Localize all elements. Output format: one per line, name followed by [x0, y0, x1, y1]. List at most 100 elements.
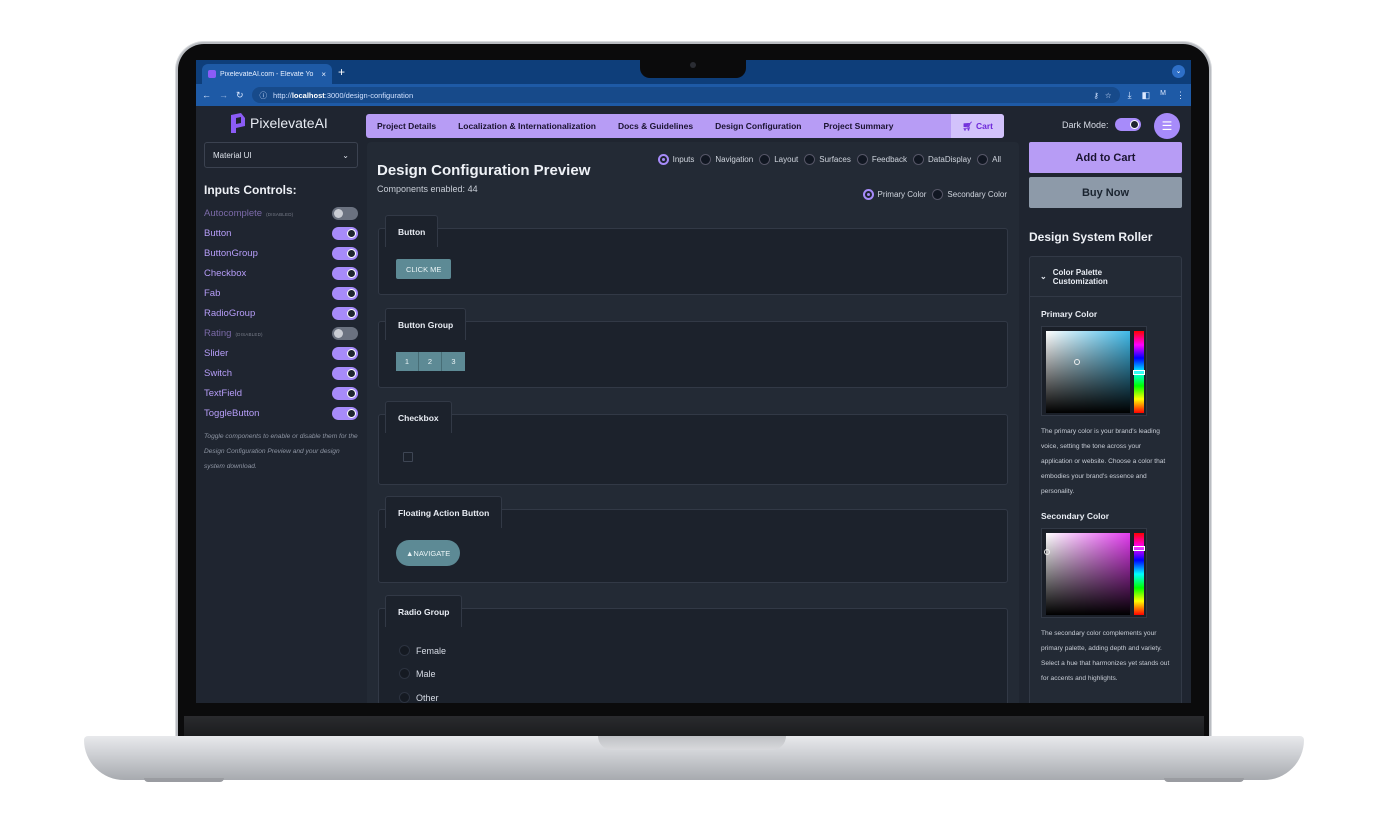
button-group-item[interactable]: 2 — [419, 352, 442, 371]
control-label: RadioGroup — [204, 307, 256, 319]
control-toggle[interactable] — [332, 306, 358, 320]
radio-circle[interactable] — [700, 154, 712, 165]
primary-hue-slider[interactable] — [1133, 331, 1145, 413]
control-row: Button — [204, 223, 358, 243]
forward-icon[interactable]: → — [219, 90, 228, 100]
radio-circle[interactable] — [399, 692, 410, 703]
control-toggle[interactable] — [332, 366, 358, 380]
button-group-item[interactable]: 3 — [442, 352, 465, 371]
primary-sv-handle[interactable] — [1074, 359, 1080, 365]
control-row: RadioGroup — [204, 303, 358, 323]
filter-option[interactable]: DataDisplay — [912, 154, 971, 165]
control-toggle[interactable] — [332, 246, 358, 260]
main-nav: Project Details Localization & Internati… — [366, 114, 1004, 138]
radio-circle[interactable] — [399, 668, 410, 679]
radio-label: Male — [416, 668, 436, 679]
nav-localization[interactable]: Localization & Internationalization — [447, 121, 607, 131]
filter-option[interactable]: Inputs — [657, 154, 694, 165]
secondary-sv-handle[interactable] — [1044, 549, 1050, 555]
site-info-icon[interactable]: ⓘ — [260, 90, 268, 101]
nav-project-details[interactable]: Project Details — [366, 121, 447, 131]
filter-label: Primary Color — [877, 190, 927, 199]
radio-circle[interactable] — [862, 189, 874, 200]
control-toggle[interactable] — [332, 286, 358, 300]
profile-avatar[interactable]: M — [1160, 90, 1166, 101]
controls-list: Autocomplete (DISABLED) Button ButtonGroup C… — [204, 203, 358, 423]
preview-checkbox[interactable] — [403, 452, 413, 462]
password-key-icon[interactable]: ⚷ — [1093, 91, 1099, 100]
new-tab-button[interactable]: + — [338, 65, 345, 79]
browser-tab[interactable]: PixelevateAI.com - Elevate Yo × — [202, 64, 332, 84]
download-icon[interactable]: ⤓ — [1128, 90, 1132, 101]
control-row: ButtonGroup — [204, 243, 358, 263]
radio-circle[interactable] — [856, 154, 868, 165]
click-me-button[interactable]: CLICK ME — [396, 259, 452, 279]
radio-circle[interactable] — [804, 154, 816, 165]
side-panel-icon[interactable]: ◧ — [1142, 90, 1151, 101]
button-group-item[interactable]: 1 — [396, 352, 419, 371]
accordion-header[interactable]: ⌄ Color Palette Customization — [1030, 257, 1181, 297]
buy-now-button[interactable]: Buy Now — [1029, 177, 1182, 208]
tab-close-icon[interactable]: × — [321, 70, 326, 79]
control-label: Slider — [204, 347, 229, 359]
bookmark-star-icon[interactable]: ☆ — [1105, 91, 1112, 100]
dark-mode-toggle[interactable] — [1114, 118, 1141, 131]
radio-circle[interactable] — [912, 154, 924, 165]
checkbox-card: Checkbox — [378, 401, 1008, 485]
control-toggle[interactable] — [332, 326, 358, 340]
camera — [690, 62, 696, 68]
radio-circle[interactable] — [399, 645, 410, 656]
secondary-hue-slider[interactable] — [1133, 533, 1145, 615]
brand-logo[interactable]: PixelevateAI — [230, 112, 328, 134]
button-card: Button CLICK ME — [378, 215, 1008, 295]
secondary-saturation-area[interactable] — [1044, 533, 1130, 615]
filter-option[interactable]: Secondary Color — [932, 189, 1007, 200]
app-header: PixelevateAI Project Details Localizatio… — [196, 106, 1191, 140]
nav-project-summary[interactable]: Project Summary — [813, 121, 905, 131]
radio-option[interactable]: Male — [399, 668, 436, 679]
radio-circle[interactable] — [977, 154, 989, 165]
filter-label: Layout — [774, 155, 799, 164]
add-to-cart-button[interactable]: Add to Cart — [1029, 142, 1182, 173]
library-select-value: Material UI — [213, 150, 252, 160]
control-toggle[interactable] — [332, 406, 358, 420]
radio-circle[interactable] — [657, 154, 669, 165]
nav-docs-guidelines[interactable]: Docs & Guidelines — [607, 121, 704, 131]
radio-option[interactable]: Other — [399, 692, 439, 703]
filter-option[interactable]: Navigation — [700, 154, 753, 165]
filter-option[interactable]: Feedback — [856, 154, 907, 165]
tab-search-icon[interactable]: ⌄ — [1172, 65, 1185, 78]
library-select[interactable]: Material UI ⌄ — [204, 142, 358, 168]
filter-option[interactable]: Primary Color — [862, 189, 927, 200]
sidebar: Material UI ⌄ Inputs Controls: Autocompl… — [204, 142, 358, 474]
radio-option[interactable]: Female — [399, 645, 446, 656]
address-bar[interactable]: ⓘ http://localhost:3000/design-configura… — [251, 87, 1120, 103]
nav-design-configuration[interactable]: Design Configuration — [704, 121, 812, 131]
pixelevate-logo-icon — [230, 112, 245, 134]
nav-cart[interactable]: 🛒︎ Cart — [951, 114, 1004, 138]
filter-option[interactable]: Surfaces — [804, 154, 851, 165]
radio-circle[interactable] — [932, 189, 944, 200]
control-toggle[interactable] — [332, 206, 358, 220]
radio-circle[interactable] — [759, 154, 771, 165]
control-toggle[interactable] — [332, 266, 358, 280]
control-label: Fab — [204, 287, 221, 299]
primary-color-label: Primary Color — [1041, 309, 1098, 319]
hamburger-menu-icon[interactable]: ☰ — [1154, 113, 1180, 139]
reload-icon[interactable]: ↻ — [236, 90, 244, 101]
primary-saturation-area[interactable] — [1046, 331, 1130, 413]
control-toggle[interactable] — [332, 386, 358, 400]
browser-menu-icon[interactable]: ⋮ — [1176, 90, 1185, 101]
primary-hue-handle[interactable] — [1133, 370, 1145, 375]
control-toggle[interactable] — [332, 346, 358, 360]
filter-option[interactable]: Layout — [759, 154, 798, 165]
control-toggle[interactable] — [332, 226, 358, 240]
radio-group-card: Radio Group Female Male Other — [378, 595, 1008, 703]
back-icon[interactable]: ← — [202, 90, 211, 100]
filter-option[interactable]: All — [977, 154, 1001, 165]
secondary-hue-handle[interactable] — [1133, 546, 1145, 551]
radio-group-card-title: Radio Group — [385, 595, 463, 627]
navigate-fab[interactable]: ▲NAVIGATE — [396, 540, 461, 566]
control-label: Switch — [204, 367, 232, 379]
control-label-wrap: Checkbox — [204, 268, 246, 279]
